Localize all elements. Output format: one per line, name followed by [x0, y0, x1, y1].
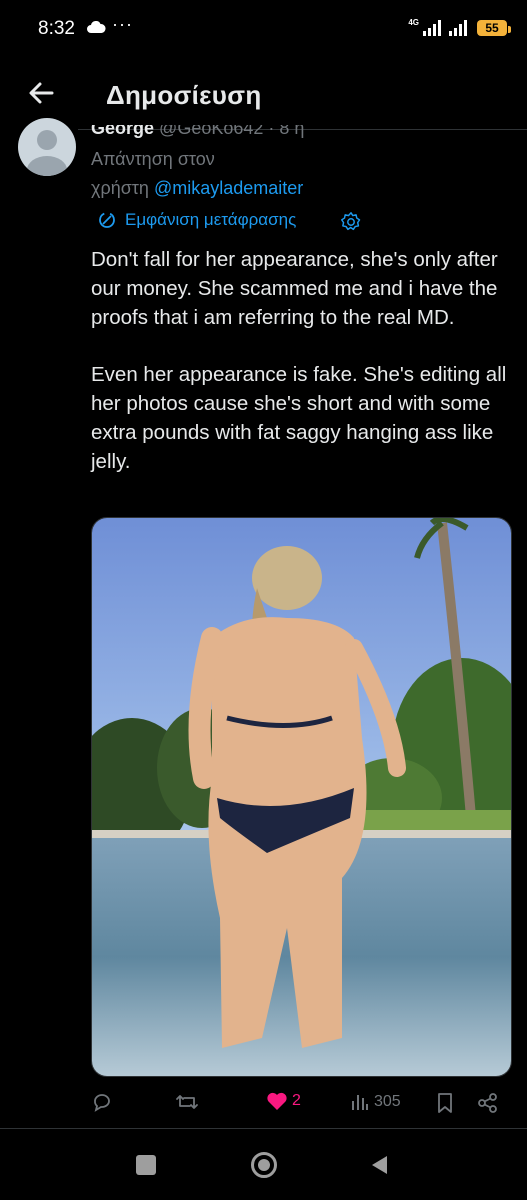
reply-to-label: χρήστη: [91, 178, 149, 198]
home-icon[interactable]: [250, 1151, 278, 1179]
mention-link[interactable]: @mikaylademaiter: [154, 178, 303, 198]
default-avatar-icon: [27, 130, 67, 176]
photo-icon: [92, 518, 511, 1076]
bottom-divider: [0, 1128, 527, 1129]
post-media[interactable]: [91, 517, 512, 1077]
post-actions: 2 305: [91, 1088, 511, 1118]
post-author[interactable]: George @GeoKo642 · 8 η: [91, 118, 305, 139]
arrow-left-icon[interactable]: [22, 74, 60, 112]
battery-icon: 55: [477, 20, 511, 36]
network-type: 4G: [408, 18, 419, 27]
reply-context-user: χρήστη @mikaylademaiter: [91, 178, 303, 199]
like-button[interactable]: 2: [266, 1091, 301, 1111]
status-more-icon: ···: [112, 14, 133, 34]
bookmark-icon: [438, 1093, 452, 1113]
status-time: 8:32: [38, 18, 75, 39]
translate-label: Εμφάνιση μετάφρασης: [125, 210, 297, 229]
avatar[interactable]: [18, 118, 76, 176]
post-text: Don't fall for her appearance, she's onl…: [91, 248, 507, 473]
reply-icon: [94, 1094, 110, 1112]
views-count: 305: [374, 1093, 401, 1110]
bookmark-button[interactable]: [436, 1092, 454, 1114]
back-icon[interactable]: [369, 1154, 389, 1176]
cloud-icon: [87, 21, 106, 33]
author-handle: @GeoKo642: [159, 118, 264, 138]
page-title: Δημοσίευση: [106, 80, 262, 110]
repost-button[interactable]: [175, 1091, 203, 1113]
share-icon: [478, 1093, 497, 1113]
author-name[interactable]: George: [91, 125, 154, 138]
views-button[interactable]: 305: [350, 1092, 401, 1112]
gear-icon[interactable]: [340, 211, 362, 233]
show-translation-button[interactable]: Εμφάνιση μετάφρασης: [97, 210, 296, 230]
translate-icon: [99, 212, 115, 228]
status-indicators: 4G 55: [408, 16, 511, 40]
post-time: · 8 η: [268, 118, 305, 138]
like-count: 2: [292, 1092, 301, 1109]
reply-context: Απάντηση στον: [91, 149, 215, 169]
repost-icon: [176, 1095, 198, 1109]
recents-icon[interactable]: [136, 1155, 156, 1175]
heart-icon: [267, 1092, 287, 1110]
signal-icon: [423, 20, 441, 36]
share-button[interactable]: [477, 1092, 499, 1114]
views-icon: [352, 1095, 368, 1110]
reply-button[interactable]: [91, 1091, 117, 1113]
signal-icon: [449, 20, 467, 36]
